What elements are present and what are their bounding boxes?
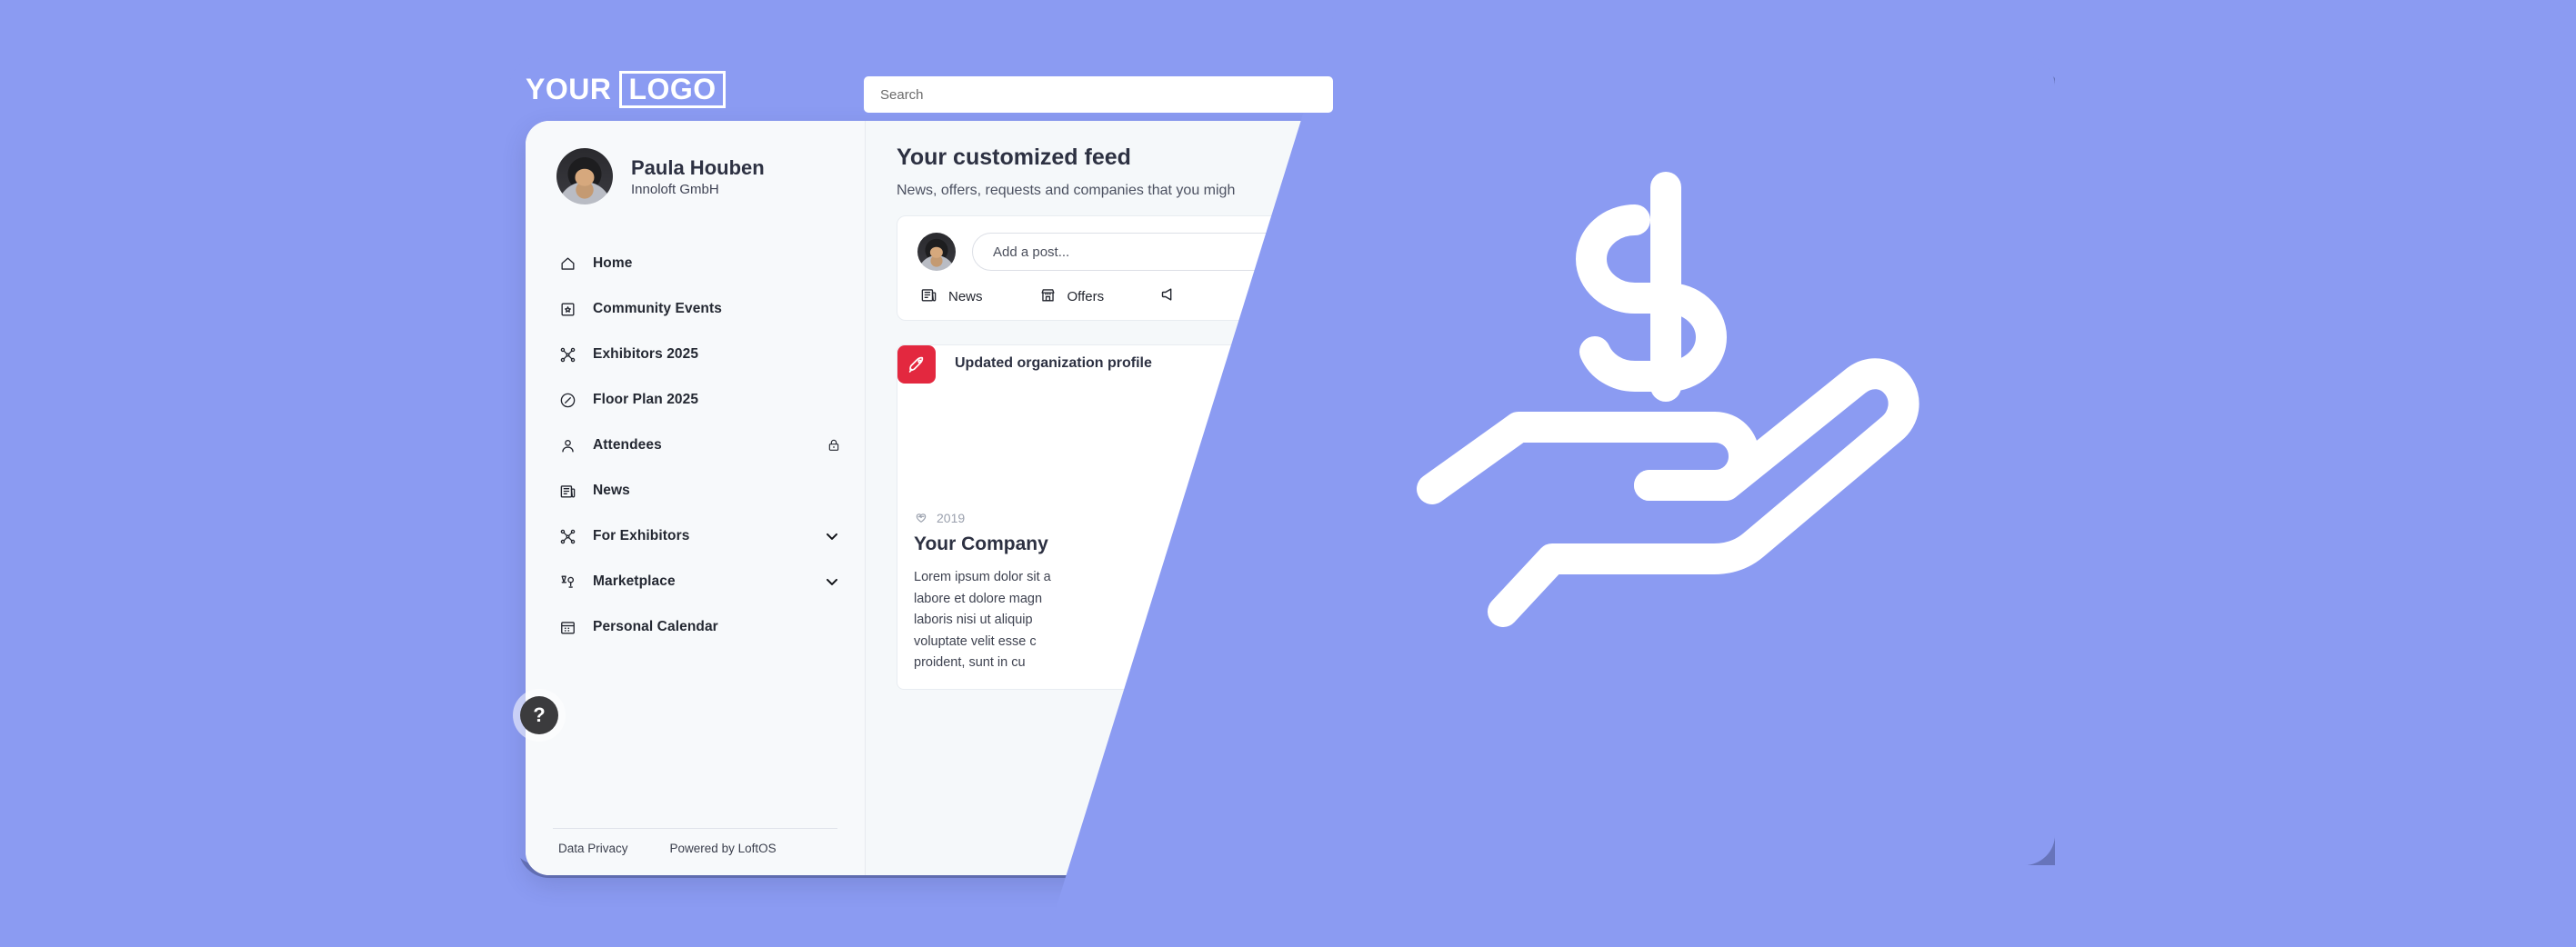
home-icon: [558, 254, 576, 273]
sidebar-item-label: Home: [593, 255, 633, 271]
logo-word-your: YOUR: [526, 73, 612, 105]
lock-icon: [827, 438, 841, 453]
sidebar-footer: Data Privacy Powered by LoftOS: [526, 828, 865, 875]
sidebar-item-news[interactable]: News: [526, 468, 865, 513]
sidebar-item-home[interactable]: Home: [526, 241, 865, 286]
network-icon: [558, 345, 576, 364]
avatar: [917, 233, 956, 271]
search-input[interactable]: [880, 86, 1333, 103]
newspaper-icon: [558, 482, 576, 500]
profile-organization: Innoloft GmbH: [631, 182, 719, 198]
sidebar-item-label: For Exhibitors: [593, 528, 690, 543]
powered-by-link[interactable]: Powered by LoftOS: [670, 842, 777, 855]
user-icon: [558, 436, 576, 454]
sidebar-item-marketplace[interactable]: Marketplace: [526, 559, 865, 604]
newspaper-icon: [920, 286, 937, 307]
calendar-icon: [558, 618, 576, 636]
sidebar-item-label: Marketplace: [593, 573, 676, 589]
sidebar-item-community-events[interactable]: Community Events: [526, 286, 865, 332]
search-bar[interactable]: [864, 76, 1333, 113]
chevron-down-icon[interactable]: [823, 573, 841, 591]
composer-tab-label: News: [948, 288, 983, 304]
sidebar-item-label: Attendees: [593, 437, 662, 453]
divider: [553, 828, 837, 829]
sidebar-item-for-exhibitors[interactable]: For Exhibitors: [526, 513, 865, 559]
rocket-icon: [897, 345, 936, 384]
hand-holding-dollar-icon: [1417, 172, 1919, 627]
post-title: Updated organization profile: [955, 355, 1152, 371]
sidebar: Paula Houben Innoloft GmbH Home Communit…: [526, 121, 866, 875]
sidebar-item-personal-calendar[interactable]: Personal Calendar: [526, 604, 865, 650]
composer-tab-news[interactable]: News: [920, 285, 983, 307]
data-privacy-link[interactable]: Data Privacy: [558, 842, 628, 855]
sidebar-nav: Home Community Events Exhibitors 2025 Fl…: [526, 228, 865, 828]
sidebar-profile[interactable]: Paula Houben Innoloft GmbH: [526, 121, 865, 228]
sidebar-item-exhibitors-2025[interactable]: Exhibitors 2025: [526, 332, 865, 377]
logo-word-logo: LOGO: [619, 71, 726, 108]
sidebar-item-label: News: [593, 483, 630, 498]
sidebar-item-label: Personal Calendar: [593, 619, 718, 634]
year-label: 2019: [937, 511, 966, 526]
heart-pulse-icon: [914, 510, 928, 527]
sidebar-item-label: Floor Plan 2025: [593, 392, 699, 407]
chevron-down-icon[interactable]: [823, 527, 841, 545]
sidebar-item-label: Community Events: [593, 301, 722, 316]
marketplace-icon: [558, 573, 576, 591]
megaphone-icon: [1160, 285, 1178, 307]
composer-tab-offers[interactable]: Offers: [1039, 285, 1105, 307]
network-icon: [558, 527, 576, 545]
composer-tab-announcements[interactable]: [1160, 285, 1189, 307]
sidebar-item-attendees[interactable]: Attendees: [526, 423, 865, 468]
avatar: [556, 148, 613, 204]
sidebar-item-label: Exhibitors 2025: [593, 346, 699, 362]
sidebar-item-floor-plan-2025[interactable]: Floor Plan 2025: [526, 377, 865, 423]
composer-tab-label: Offers: [1067, 288, 1105, 304]
app-logo[interactable]: YOUR LOGO: [526, 71, 726, 108]
profile-name: Paula Houben: [631, 155, 765, 179]
help-button[interactable]: ?: [520, 696, 558, 734]
storefront-icon: [1039, 286, 1057, 307]
calendar-star-icon: [558, 300, 576, 318]
compass-icon: [558, 391, 576, 409]
